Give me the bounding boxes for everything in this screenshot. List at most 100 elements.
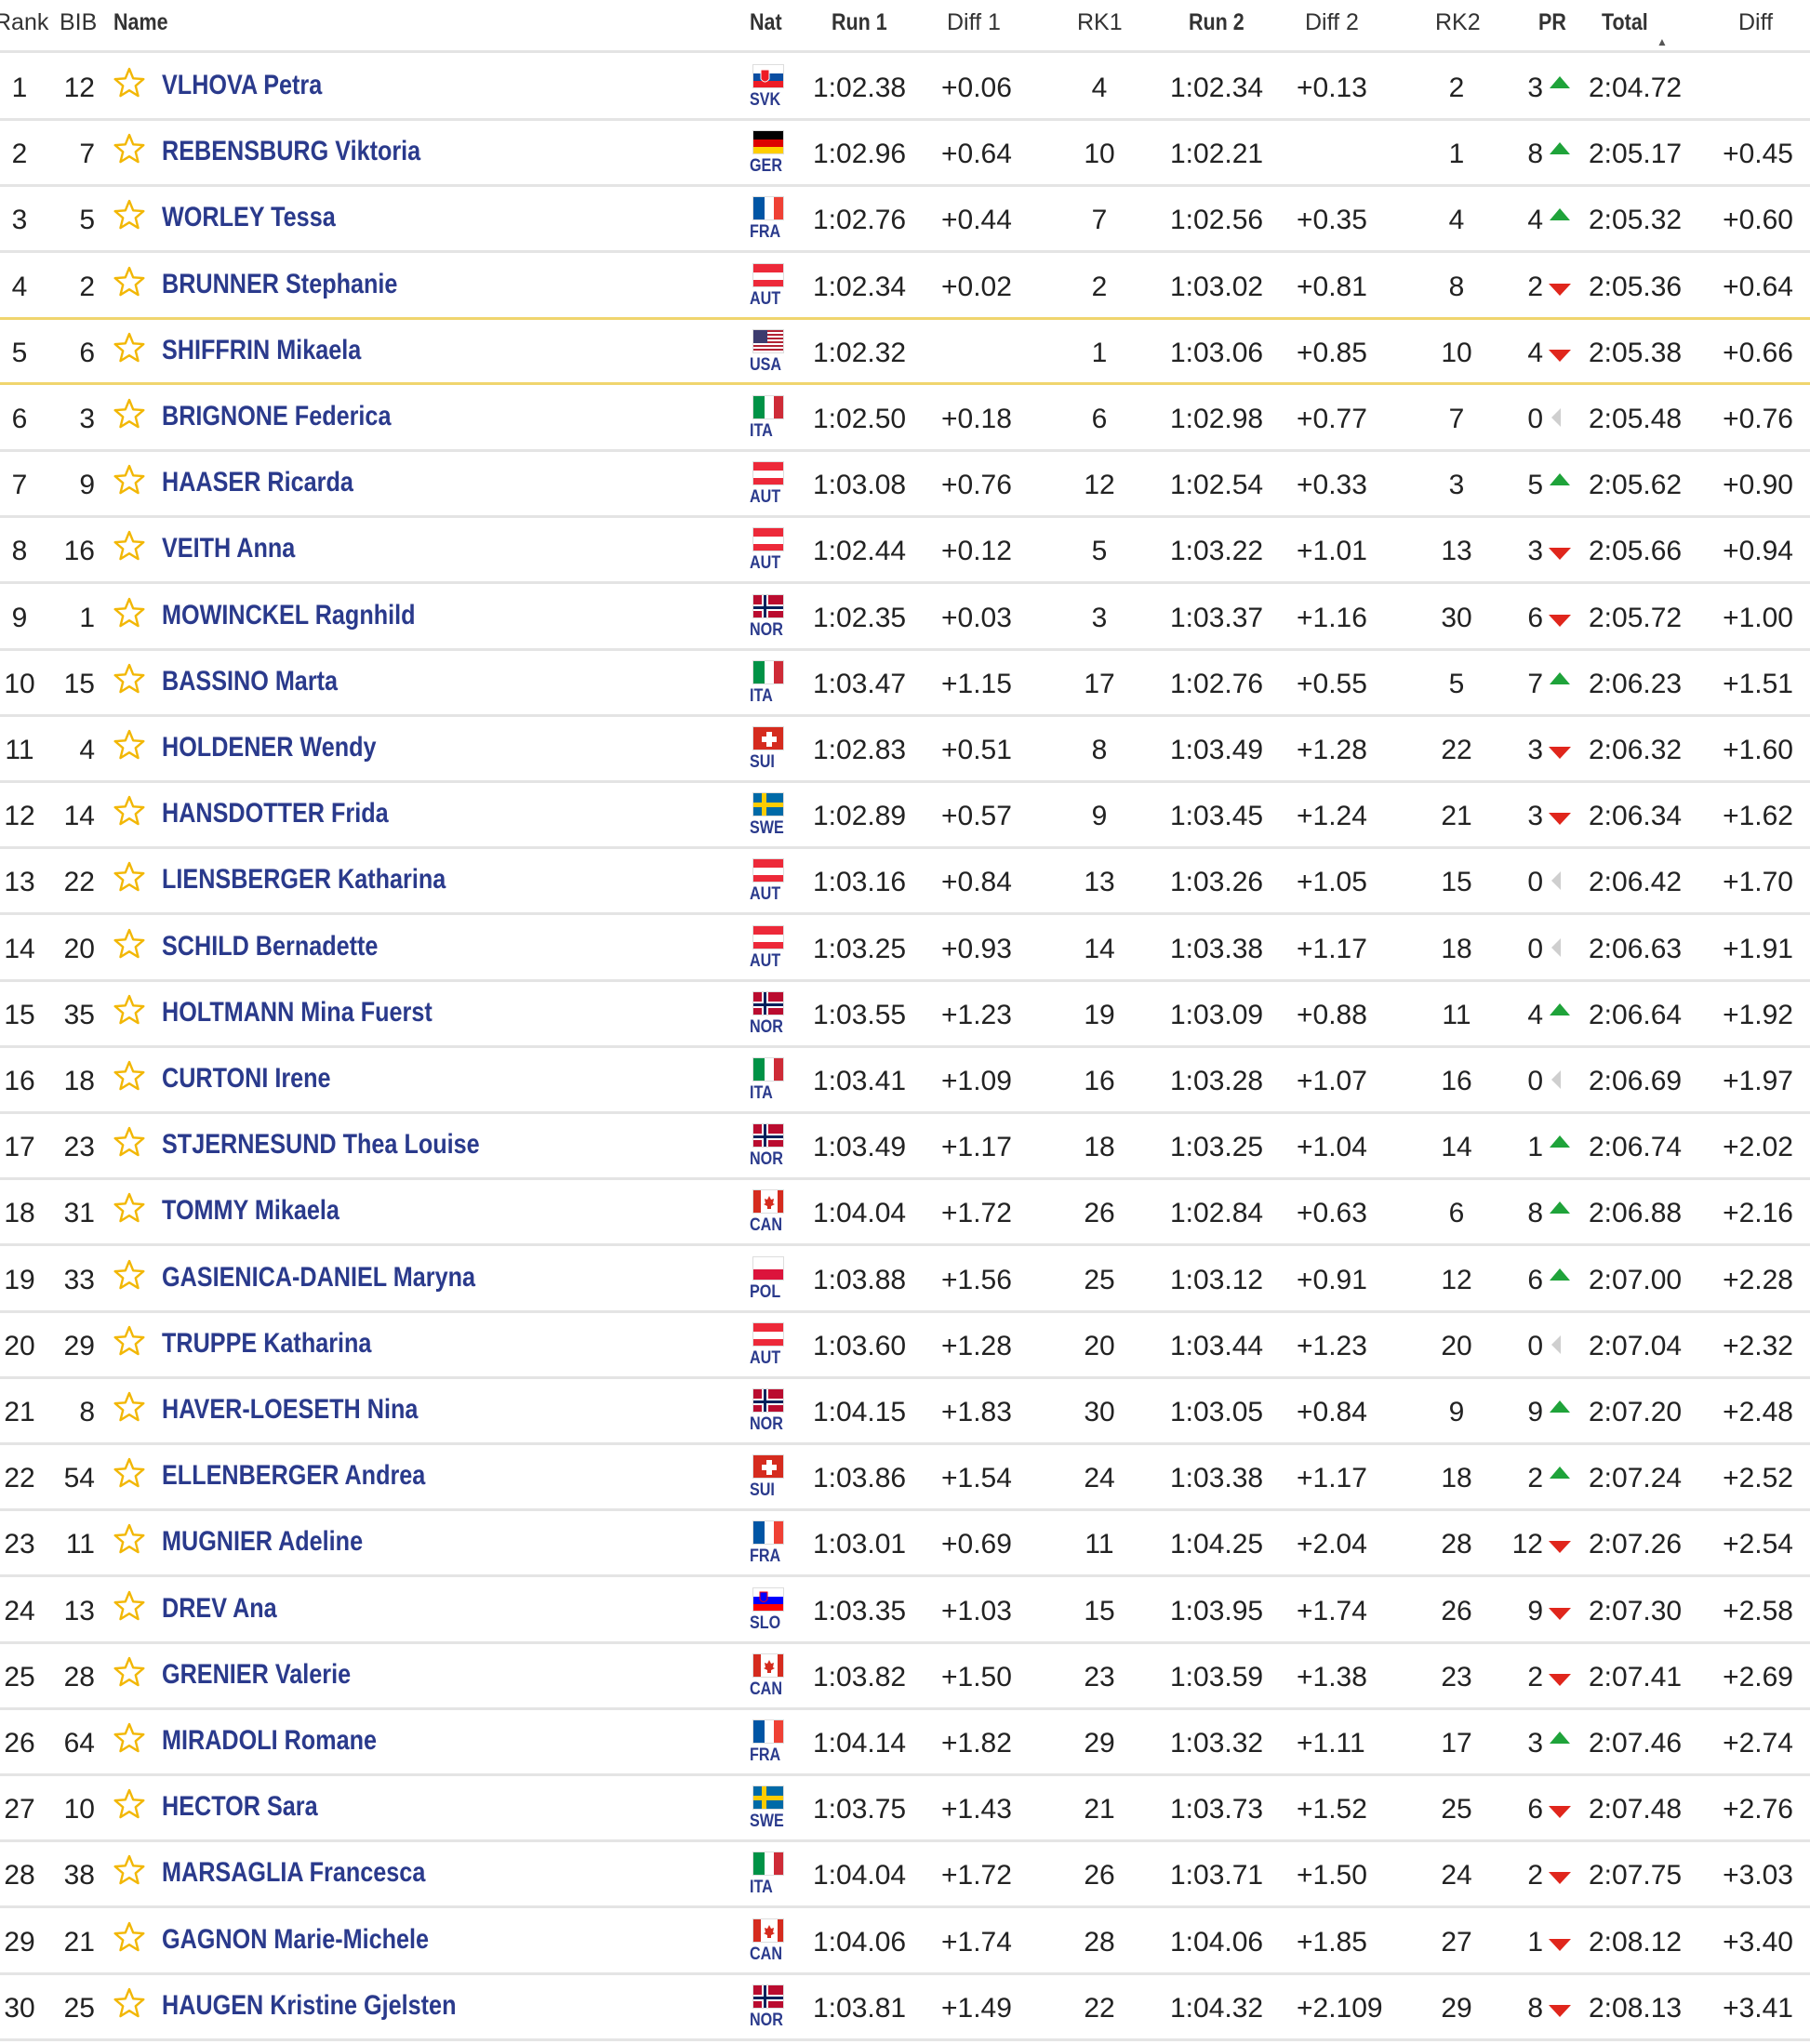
table-row[interactable]: 27 10 HECTOR Sara SWE 1:03.75 +1.43 21 1:03.73 +… bbox=[0, 1776, 1810, 1843]
table-row[interactable]: 1 12 VLHOVA Petra SVK 1:02.38 +0.06 4 1:02.34 +0… bbox=[0, 55, 1810, 121]
header-diff1[interactable]: Diff 1 bbox=[947, 9, 1001, 36]
header-total[interactable]: Total bbox=[1602, 9, 1648, 36]
favorite-star-icon[interactable] bbox=[113, 1522, 146, 1556]
table-row[interactable]: 30 25 HAUGEN Kristine Gjelsten NOR 1:03.81 +1… bbox=[0, 1975, 1810, 2041]
athlete-name-link[interactable]: TOMMY Mikaela bbox=[162, 1195, 339, 1227]
athlete-name-link[interactable]: WORLEY Tessa bbox=[162, 202, 336, 233]
favorite-star-icon[interactable] bbox=[113, 1589, 146, 1623]
table-row[interactable]: 8 16 VEITH Anna AUT 1:02.44 +0.12 5 1:03.22 +1.0… bbox=[0, 518, 1810, 585]
table-row[interactable]: 23 11 MUGNIER Adeline FRA 1:03.01 +0.69 11 1:04… bbox=[0, 1511, 1810, 1578]
favorite-star-icon[interactable] bbox=[113, 596, 146, 630]
favorite-star-icon[interactable] bbox=[113, 1721, 146, 1755]
table-row[interactable]: 18 31 TOMMY Mikaela CAN 1:04.04 +1.72 26 1:02.8… bbox=[0, 1180, 1810, 1247]
table-row[interactable]: 25 28 GRENIER Valerie CAN 1:03.82 +1.50 23 1:03… bbox=[0, 1644, 1810, 1710]
athlete-name-link[interactable]: GAGNON Marie-Michele bbox=[162, 1924, 429, 1956]
athlete-name-link[interactable]: VLHOVA Petra bbox=[162, 70, 322, 101]
header-bib[interactable]: BIB bbox=[60, 9, 97, 36]
favorite-star-icon[interactable] bbox=[113, 397, 146, 431]
table-row[interactable]: 21 8 HAVER-LOESETH Nina NOR 1:04.15 +1.83 30 1:… bbox=[0, 1379, 1810, 1445]
athlete-name-link[interactable]: BRIGNONE Federica bbox=[162, 401, 391, 432]
favorite-star-icon[interactable] bbox=[113, 463, 146, 497]
table-row[interactable]: 10 15 BASSINO Marta ITA 1:03.47 +1.15 17 1:02.7… bbox=[0, 651, 1810, 717]
favorite-star-icon[interactable] bbox=[113, 265, 146, 299]
table-row[interactable]: 12 14 HANSDOTTER Frida SWE 1:02.89 +0.57 9 1:03… bbox=[0, 783, 1810, 850]
header-rk2[interactable]: RK2 bbox=[1435, 9, 1481, 36]
favorite-star-icon[interactable] bbox=[113, 1853, 146, 1887]
favorite-star-icon[interactable] bbox=[113, 1456, 146, 1490]
table-row[interactable]: 15 35 HOLTMANN Mina Fuerst NOR 1:03.55 +1.23 1… bbox=[0, 982, 1810, 1048]
favorite-star-icon[interactable] bbox=[113, 860, 146, 894]
table-row[interactable]: 26 64 MIRADOLI Romane FRA 1:04.14 +1.82 29 1:03… bbox=[0, 1710, 1810, 1776]
favorite-star-icon[interactable] bbox=[113, 662, 146, 696]
athlete-name-link[interactable]: ELLENBERGER Andrea bbox=[162, 1460, 425, 1492]
favorite-star-icon[interactable] bbox=[113, 1059, 146, 1093]
table-row[interactable]: 13 22 LIENSBERGER Katharina AUT 1:03.16 +0.84… bbox=[0, 849, 1810, 916]
athlete-name-link[interactable]: SHIFFRIN Mikaela bbox=[162, 335, 361, 366]
favorite-star-icon[interactable] bbox=[113, 1324, 146, 1358]
table-row[interactable]: 28 38 MARSAGLIA Francesca ITA 1:04.04 +1.72 26… bbox=[0, 1842, 1810, 1909]
athlete-name-link[interactable]: HAASER Ricarda bbox=[162, 467, 353, 498]
athlete-name-link[interactable]: STJERNESUND Thea Louise bbox=[162, 1129, 480, 1161]
athlete-name-link[interactable]: HAUGEN Kristine Gjelsten bbox=[162, 1990, 456, 2022]
athlete-name-link[interactable]: MARSAGLIA Francesca bbox=[162, 1857, 425, 1889]
table-row[interactable]: 2 7 REBENSBURG Viktoria GER 1:02.96 +0.64 10 1:… bbox=[0, 121, 1810, 188]
favorite-star-icon[interactable] bbox=[113, 1258, 146, 1292]
header-rank[interactable]: Rank bbox=[0, 9, 48, 36]
favorite-star-icon[interactable] bbox=[113, 1986, 146, 2020]
header-run1[interactable]: Run 1 bbox=[832, 9, 887, 36]
header-name[interactable]: Name bbox=[113, 9, 168, 36]
athlete-name-link[interactable]: MUGNIER Adeline bbox=[162, 1526, 363, 1558]
favorite-star-icon[interactable] bbox=[113, 1191, 146, 1225]
athlete-name-link[interactable]: MOWINCKEL Ragnhild bbox=[162, 600, 416, 631]
athlete-name-link[interactable]: REBENSBURG Viktoria bbox=[162, 136, 420, 167]
table-row[interactable]: 16 18 CURTONI Irene ITA 1:03.41 +1.09 16 1:03.2… bbox=[0, 1048, 1810, 1114]
table-row[interactable]: 11 4 HOLDENER Wendy SUI 1:02.83 +0.51 8 1:03.49… bbox=[0, 717, 1810, 783]
favorite-star-icon[interactable] bbox=[113, 1390, 146, 1424]
favorite-star-icon[interactable] bbox=[113, 993, 146, 1027]
table-row[interactable]: 29 21 GAGNON Marie-Michele CAN 1:04.06 +1.74 2… bbox=[0, 1909, 1810, 1975]
athlete-name-link[interactable]: HOLTMANN Mina Fuerst bbox=[162, 997, 433, 1029]
table-row[interactable]: 7 9 HAASER Ricarda AUT 1:03.08 +0.76 12 1:02.54… bbox=[0, 452, 1810, 519]
table-row[interactable]: 5 6 SHIFFRIN Mikaela USA 1:02.32 1 1:03.06 +0.8… bbox=[0, 316, 1810, 385]
favorite-star-icon[interactable] bbox=[113, 198, 146, 232]
table-row[interactable]: 22 54 ELLENBERGER Andrea SUI 1:03.86 +1.54 24 1… bbox=[0, 1445, 1810, 1512]
table-row[interactable]: 20 29 TRUPPE Katharina AUT 1:03.60 +1.28 20 1:0… bbox=[0, 1313, 1810, 1379]
table-row[interactable]: 9 1 MOWINCKEL Ragnhild NOR 1:02.35 +0.03 3 1:03… bbox=[0, 585, 1810, 651]
header-diff[interactable]: Diff bbox=[1738, 9, 1773, 36]
athlete-name-link[interactable]: VEITH Anna bbox=[162, 533, 295, 564]
header-rk1[interactable]: RK1 bbox=[1077, 9, 1123, 36]
table-row[interactable]: 24 13 DREV Ana SLO 1:03.35 +1.03 15 1:03.95 +1.7… bbox=[0, 1578, 1810, 1644]
athlete-name-link[interactable]: SCHILD Bernadette bbox=[162, 931, 378, 962]
athlete-name-link[interactable]: MIRADOLI Romane bbox=[162, 1725, 377, 1757]
athlete-name-link[interactable]: TRUPPE Katharina bbox=[162, 1328, 371, 1360]
athlete-name-link[interactable]: LIENSBERGER Katharina bbox=[162, 864, 446, 896]
table-row[interactable]: 4 2 BRUNNER Stephanie AUT 1:02.34 +0.02 2 1:03.… bbox=[0, 254, 1810, 320]
favorite-star-icon[interactable] bbox=[113, 529, 146, 563]
table-row[interactable]: 6 3 BRIGNONE Federica ITA 1:02.50 +0.18 6 1:02.… bbox=[0, 386, 1810, 452]
athlete-name-link[interactable]: DREV Ana bbox=[162, 1593, 277, 1625]
favorite-star-icon[interactable] bbox=[113, 1655, 146, 1689]
favorite-star-icon[interactable] bbox=[113, 132, 146, 166]
athlete-name-link[interactable]: GRENIER Valerie bbox=[162, 1659, 351, 1691]
favorite-star-icon[interactable] bbox=[113, 1125, 146, 1159]
athlete-name-link[interactable]: BASSINO Marta bbox=[162, 666, 338, 697]
table-row[interactable]: 19 33 GASIENICA-DANIEL Maryna POL 1:03.88 +1.… bbox=[0, 1247, 1810, 1313]
favorite-star-icon[interactable] bbox=[113, 1787, 146, 1821]
athlete-name-link[interactable]: CURTONI Irene bbox=[162, 1063, 331, 1095]
athlete-name-link[interactable]: HAVER-LOESETH Nina bbox=[162, 1394, 418, 1426]
favorite-star-icon[interactable] bbox=[113, 794, 146, 828]
header-nat[interactable]: Nat bbox=[750, 9, 782, 36]
table-row[interactable]: 3 5 WORLEY Tessa FRA 1:02.76 +0.44 7 1:02.56 +0.… bbox=[0, 187, 1810, 254]
header-pr[interactable]: PR bbox=[1538, 9, 1566, 36]
favorite-star-icon[interactable] bbox=[113, 728, 146, 762]
favorite-star-icon[interactable] bbox=[113, 927, 146, 961]
header-run2[interactable]: Run 2 bbox=[1189, 9, 1244, 36]
header-diff2[interactable]: Diff 2 bbox=[1305, 9, 1359, 36]
favorite-star-icon[interactable] bbox=[113, 331, 146, 365]
table-row[interactable]: 14 20 SCHILD Bernadette AUT 1:03.25 +0.93 14 1:… bbox=[0, 916, 1810, 982]
athlete-name-link[interactable]: HANSDOTTER Frida bbox=[162, 798, 389, 830]
athlete-name-link[interactable]: HECTOR Sara bbox=[162, 1791, 318, 1823]
favorite-star-icon[interactable] bbox=[113, 1920, 146, 1954]
athlete-name-link[interactable]: HOLDENER Wendy bbox=[162, 732, 377, 763]
favorite-star-icon[interactable] bbox=[113, 66, 146, 100]
